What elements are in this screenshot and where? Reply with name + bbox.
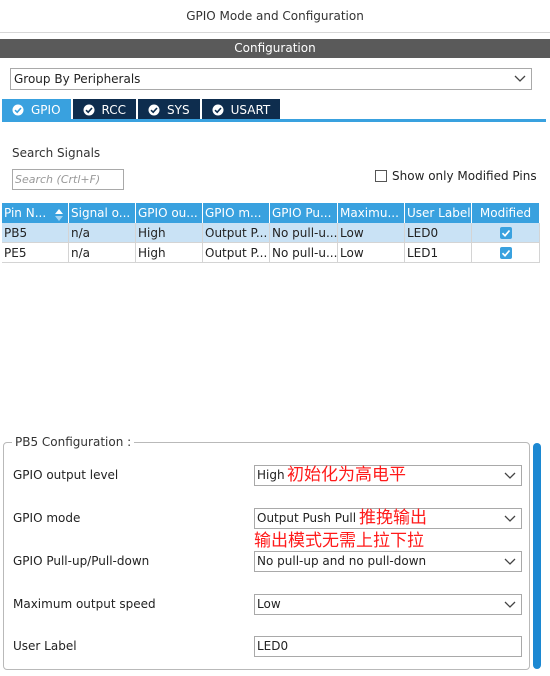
pull-annotation: 输出模式无需上拉下拉	[254, 531, 424, 551]
show-modified-checkbox[interactable]	[375, 170, 387, 182]
checkbox-checked-icon	[499, 226, 512, 239]
cell-pull: No pull-u...	[270, 223, 338, 243]
col-signal[interactable]: Signal o...	[69, 203, 136, 223]
tab-usart[interactable]: USART	[201, 99, 281, 120]
cell-signal: n/a	[69, 223, 136, 243]
table-row[interactable]: PB5 n/a High Output P... No pull-u... Lo…	[2, 223, 540, 243]
cell-pin: PB5	[2, 223, 69, 243]
gpio-mode-value: Output Push Pull	[257, 511, 357, 525]
col-modified[interactable]: Modified	[472, 203, 540, 223]
chevron-down-icon	[504, 557, 516, 567]
cell-output: High	[136, 223, 203, 243]
max-speed-value: Low	[257, 597, 281, 611]
show-modified-pins-toggle[interactable]: Show only Modified Pins	[375, 169, 537, 183]
col-max-speed[interactable]: Maximu...	[338, 203, 405, 223]
output-level-value: High	[257, 468, 285, 482]
cell-label: LED0	[405, 223, 472, 243]
window-title: GPIO Mode and Configuration	[0, 0, 550, 33]
search-signals-label: Search Signals	[12, 146, 101, 160]
tab-usart-label: USART	[230, 102, 271, 117]
col-user-label[interactable]: User Label	[405, 203, 472, 223]
cell-pin: PE5	[2, 243, 69, 263]
checkbox-checked-icon	[499, 246, 512, 259]
panel-scrollbar[interactable]	[533, 443, 541, 669]
cell-speed: Low	[338, 243, 405, 263]
table-row[interactable]: PE5 n/a High Output P... No pull-u... Lo…	[2, 243, 540, 263]
chevron-down-icon	[504, 514, 516, 524]
sort-arrows-icon	[55, 207, 63, 223]
group-by-dropdown[interactable]: Group By Peripherals	[10, 68, 532, 90]
cell-signal: n/a	[69, 243, 136, 263]
cell-mode: Output P...	[203, 243, 270, 263]
tab-sys-label: SYS	[167, 102, 190, 117]
cell-pull: No pull-u...	[270, 243, 338, 263]
tab-rcc-label: RCC	[101, 102, 127, 117]
cell-modified[interactable]	[472, 223, 540, 243]
pull-label: GPIO Pull-up/Pull-down	[13, 554, 150, 568]
check-circle-icon	[12, 104, 24, 116]
pull-value: No pull-up and no pull-down	[257, 554, 427, 568]
max-speed-dropdown[interactable]: Low	[254, 594, 522, 615]
group-by-value: Group By Peripherals	[14, 72, 141, 86]
pin-configuration-legend: PB5 Configuration :	[12, 435, 135, 449]
check-circle-icon	[148, 104, 160, 116]
output-level-annotation: 初始化为高电平	[287, 465, 406, 485]
tab-rcc[interactable]: RCC	[72, 99, 137, 120]
pin-table: Pin N... Signal o... GPIO ou... GPIO m..…	[2, 203, 540, 263]
tab-sys[interactable]: SYS	[138, 99, 200, 120]
output-level-label: GPIO output level	[13, 468, 119, 482]
cell-mode: Output P...	[203, 223, 270, 243]
show-modified-label: Show only Modified Pins	[392, 169, 537, 183]
check-circle-icon	[212, 104, 224, 116]
search-input[interactable]: Search (Crtl+F)	[12, 169, 124, 190]
col-pin-name[interactable]: Pin N...	[2, 203, 69, 223]
cell-label: LED1	[405, 243, 472, 263]
peripheral-tabs: GPIO RCC SYS USART	[2, 99, 282, 120]
max-speed-label: Maximum output speed	[13, 597, 156, 611]
tab-gpio-label: GPIO	[31, 102, 61, 117]
chevron-down-icon	[504, 600, 516, 610]
gpio-mode-annotation: 推挽输出	[359, 508, 427, 528]
col-gpio-pull[interactable]: GPIO Pu...	[270, 203, 338, 223]
pin-configuration-panel: PB5 Configuration : GPIO output level Hi…	[3, 435, 530, 670]
check-circle-icon	[83, 104, 95, 116]
gpio-mode-label: GPIO mode	[13, 511, 81, 525]
col-gpio-mode[interactable]: GPIO m...	[203, 203, 270, 223]
tab-gpio[interactable]: GPIO	[2, 99, 71, 120]
chevron-down-icon	[514, 74, 526, 84]
col-gpio-output[interactable]: GPIO ou...	[136, 203, 203, 223]
table-header: Pin N... Signal o... GPIO ou... GPIO m..…	[2, 203, 540, 223]
cell-output: High	[136, 243, 203, 263]
user-label-input[interactable]: LED0	[254, 636, 522, 657]
pull-dropdown[interactable]: No pull-up and no pull-down	[254, 551, 522, 572]
configuration-header: Configuration	[0, 39, 550, 58]
cell-speed: Low	[338, 223, 405, 243]
tab-underline	[2, 119, 546, 122]
chevron-down-icon	[504, 471, 516, 481]
cell-modified[interactable]	[472, 243, 540, 263]
user-label-label: User Label	[13, 639, 77, 653]
